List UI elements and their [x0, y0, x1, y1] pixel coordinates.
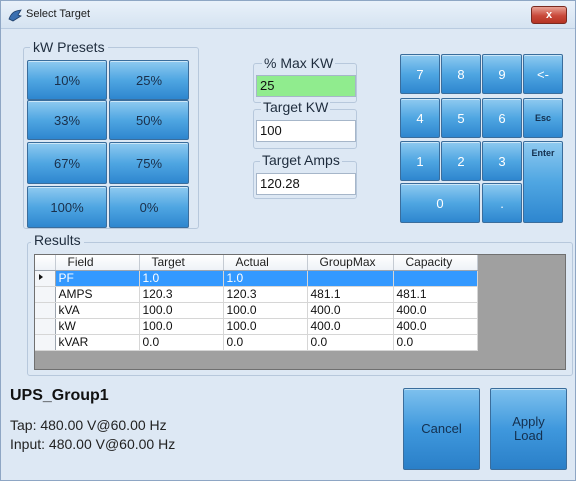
dialog-body: kW Presets 10% 25% 33% 50% 67% 75% 100% … — [1, 29, 575, 480]
app-icon — [8, 9, 22, 22]
results-grid[interactable]: Field Target Actual GroupMax Capacity PF… — [34, 254, 566, 370]
cell-actual: 1.0 — [223, 270, 308, 287]
cell-capacity: 400.0 — [393, 318, 478, 335]
input-info: Input: 480.00 V@60.00 Hz — [10, 436, 176, 452]
select-target-window: Select Target x kW Presets 10% 25% 33% 5… — [0, 0, 576, 481]
row-selector[interactable] — [35, 286, 56, 303]
preset-50-button[interactable]: 50% — [109, 100, 189, 140]
cell-groupmax: 481.1 — [307, 286, 394, 303]
results-header-row: Field Target Actual GroupMax Capacity — [35, 255, 478, 271]
table-row[interactable]: PF 1.0 1.0 — [35, 270, 478, 287]
key-4-button[interactable]: 4 — [400, 98, 440, 138]
apply-load-label-line1: Apply — [512, 414, 545, 429]
cell-groupmax: 400.0 — [307, 302, 394, 319]
cell-capacity: 0.0 — [393, 334, 478, 351]
table-row[interactable]: kVAR 0.0 0.0 0.0 0.0 — [35, 334, 478, 351]
target-amps-input[interactable]: 120.28 — [256, 173, 356, 195]
table-row[interactable]: AMPS 120.3 120.3 481.1 481.1 — [35, 286, 478, 303]
cell-target: 1.0 — [139, 270, 224, 287]
row-header-corner — [35, 255, 56, 271]
backspace-button[interactable]: <- — [523, 54, 563, 94]
target-kw-label: Target KW — [261, 99, 331, 115]
column-header-capacity[interactable]: Capacity — [393, 255, 478, 271]
cell-capacity — [393, 270, 478, 287]
key-1-button[interactable]: 1 — [400, 141, 440, 181]
preset-75-button[interactable]: 75% — [109, 142, 189, 184]
row-selector[interactable] — [35, 270, 56, 287]
cell-groupmax: 400.0 — [307, 318, 394, 335]
results-label: Results — [31, 232, 84, 248]
kw-presets-label: kW Presets — [30, 39, 108, 55]
table-row[interactable]: kW 100.0 100.0 400.0 400.0 — [35, 318, 478, 335]
target-kw-input[interactable]: 100 — [256, 120, 356, 142]
cell-groupmax: 0.0 — [307, 334, 394, 351]
cell-capacity: 481.1 — [393, 286, 478, 303]
close-button[interactable]: x — [531, 6, 567, 24]
table-row[interactable]: kVA 100.0 100.0 400.0 400.0 — [35, 302, 478, 319]
key-8-button[interactable]: 8 — [441, 54, 481, 94]
cancel-button-label: Cancel — [421, 421, 462, 436]
close-icon: x — [545, 9, 553, 21]
preset-25-button[interactable]: 25% — [109, 60, 189, 100]
cell-field: kVAR — [55, 334, 140, 351]
target-amps-label: Target Amps — [260, 152, 342, 168]
column-header-actual[interactable]: Actual — [223, 255, 308, 271]
key-5-button[interactable]: 5 — [441, 98, 481, 138]
row-selector[interactable] — [35, 318, 56, 335]
key-6-button[interactable]: 6 — [482, 98, 522, 138]
results-table: Field Target Actual GroupMax Capacity PF… — [35, 255, 478, 351]
cell-actual: 0.0 — [223, 334, 308, 351]
cell-field: kW — [55, 318, 140, 335]
tap-info: Tap: 480.00 V@60.00 Hz — [10, 417, 167, 433]
max-kw-label: % Max KW — [262, 55, 336, 71]
row-selector[interactable] — [35, 302, 56, 319]
cell-target: 100.0 — [139, 318, 224, 335]
key-9-button[interactable]: 9 — [482, 54, 522, 94]
column-header-groupmax[interactable]: GroupMax — [307, 255, 394, 271]
cell-actual: 100.0 — [223, 302, 308, 319]
cell-field: kVA — [55, 302, 140, 319]
cell-target: 100.0 — [139, 302, 224, 319]
row-selector[interactable] — [35, 334, 56, 351]
preset-67-button[interactable]: 67% — [27, 142, 107, 184]
key-7-button[interactable]: 7 — [400, 54, 440, 94]
column-header-target[interactable]: Target — [139, 255, 224, 271]
cell-groupmax — [307, 270, 394, 287]
cell-target: 120.3 — [139, 286, 224, 303]
preset-33-button[interactable]: 33% — [27, 100, 107, 140]
cell-capacity: 400.0 — [393, 302, 478, 319]
enter-button[interactable]: Enter — [523, 141, 563, 223]
cell-actual: 100.0 — [223, 318, 308, 335]
group-name: UPS_Group1 — [10, 387, 109, 404]
current-row-icon — [39, 274, 43, 280]
cell-field: AMPS — [55, 286, 140, 303]
title-bar: Select Target x — [1, 1, 575, 29]
apply-load-label-line2: Load — [514, 428, 543, 443]
apply-load-button[interactable]: Apply Load — [490, 388, 567, 470]
preset-0-button[interactable]: 0% — [109, 186, 189, 228]
key-decimal-button[interactable]: . — [482, 183, 522, 223]
cell-actual: 120.3 — [223, 286, 308, 303]
cancel-button[interactable]: Cancel — [403, 388, 480, 470]
preset-10-button[interactable]: 10% — [27, 60, 107, 100]
window-title: Select Target — [26, 8, 91, 20]
max-kw-input[interactable]: 25 — [256, 75, 356, 97]
escape-button[interactable]: Esc — [523, 98, 563, 138]
cell-field: PF — [55, 270, 140, 287]
cell-target: 0.0 — [139, 334, 224, 351]
preset-100-button[interactable]: 100% — [27, 186, 107, 228]
key-3-button[interactable]: 3 — [482, 141, 522, 181]
column-header-field[interactable]: Field — [55, 255, 140, 271]
key-2-button[interactable]: 2 — [441, 141, 481, 181]
key-0-button[interactable]: 0 — [400, 183, 480, 223]
